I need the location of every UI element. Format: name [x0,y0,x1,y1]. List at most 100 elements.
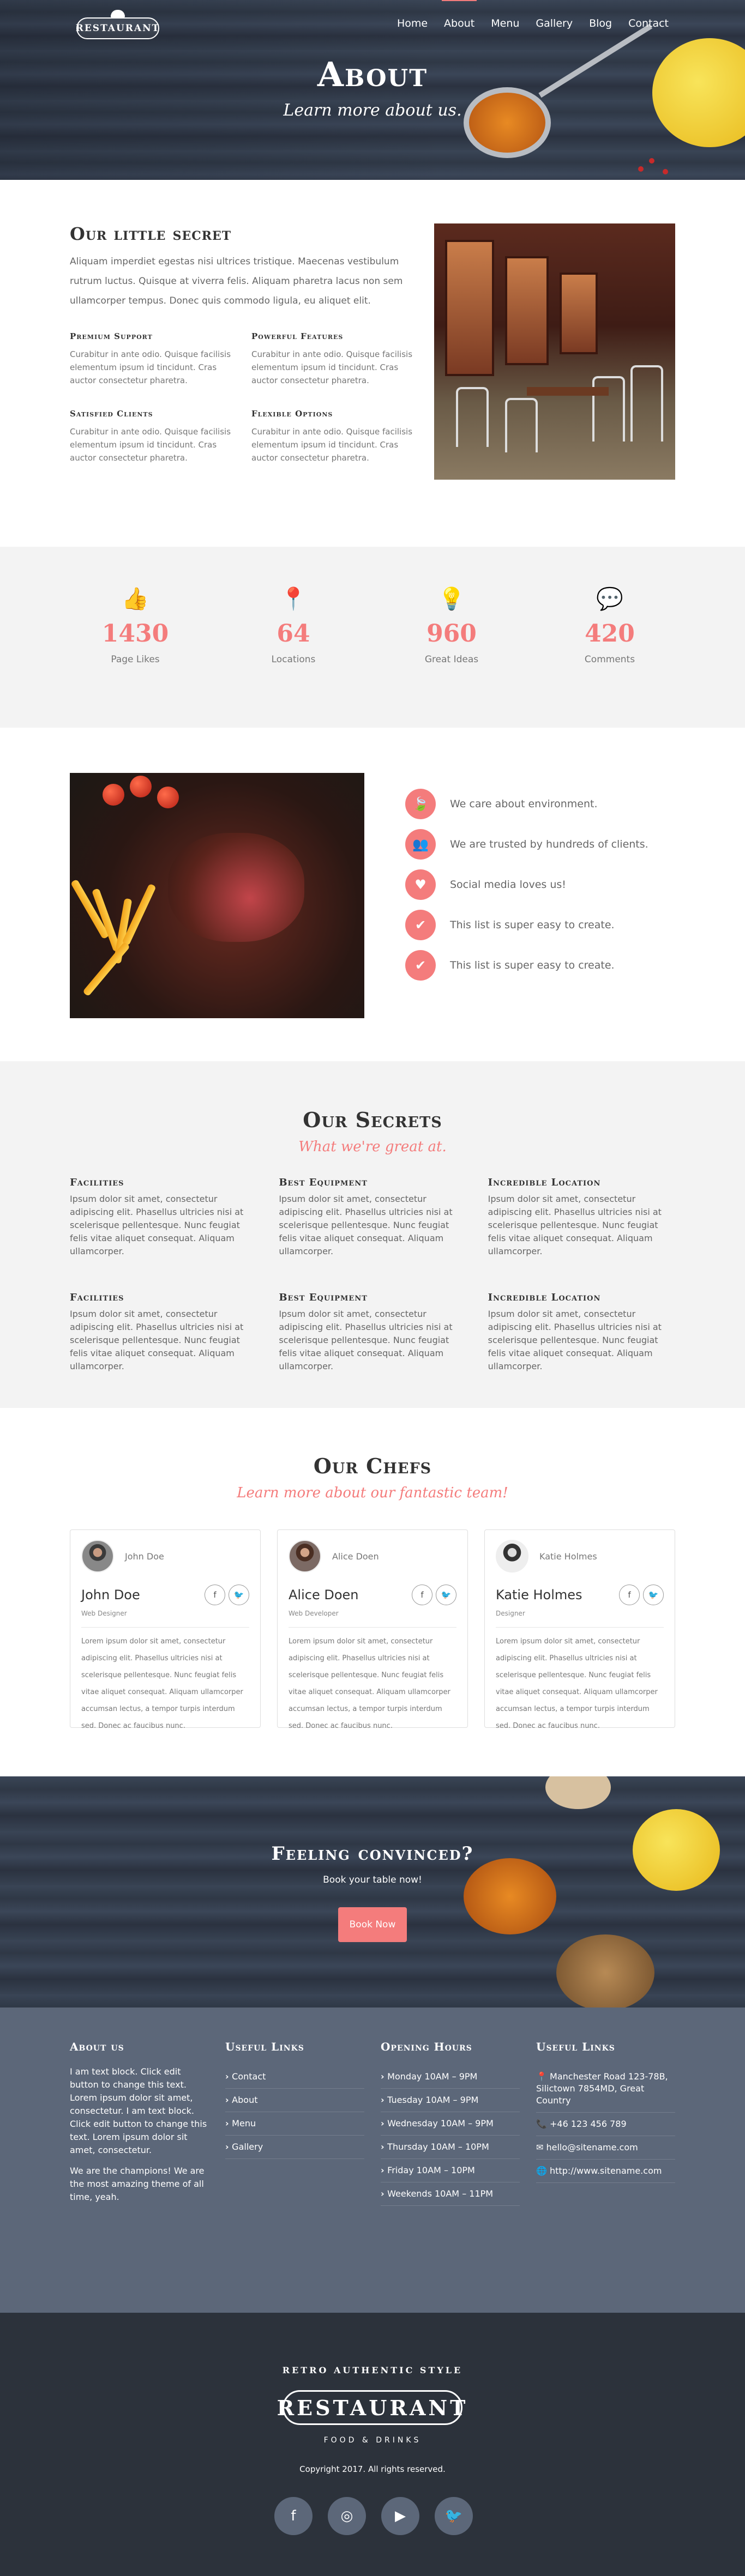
twitter-icon[interactable]: 🐦 [229,1585,249,1605]
spice-decoration [556,1934,654,2007]
window-decoration [445,240,494,376]
cta-section: Feeling convinced? Book your table now! … [0,1776,745,2007]
footer-heading: Opening Hours [381,2040,472,2053]
chefs-section: Our Chefs Learn more about our fantastic… [0,1408,745,1776]
restaurant-interior-image [434,223,675,480]
chef-role: Web Designer [81,1610,127,1617]
chef-bio: Lorem ipsum dolor sit amet, consectetur … [289,1637,450,1730]
facebook-icon[interactable]: f [274,2497,313,2535]
secret-item-text: Ipsum dolor sit amet, consectetur adipis… [279,1194,453,1256]
book-now-button[interactable]: Book Now [338,1907,407,1942]
tomato-decoration [157,787,179,808]
spice-decoration [464,1858,556,1934]
footer-logo[interactable]: RESTAURANT [277,2390,465,2425]
contact-text[interactable]: hello@sitename.com [546,2142,638,2152]
feature-text: Curabitur in ante odio. Quisque facilisi… [70,427,231,463]
instagram-icon[interactable]: ◎ [328,2497,366,2535]
contact-text[interactable]: +46 123 456 789 [550,2119,627,2129]
logo-tagline-top: RETRO AUTHENTIC STYLE [282,2365,463,2375]
menu-home[interactable]: Home [397,17,428,29]
footer-heading: About us [70,2040,124,2053]
thumbs-up-icon: 👍 [122,586,149,612]
menu-blog[interactable]: Blog [589,17,612,29]
feature-title: Premium Support [70,331,153,341]
secret-item-title: Facilities [70,1292,124,1303]
feature-title: Satisfied Clients [70,409,153,419]
copyright: Copyright 2017. All rights reserved. [299,2464,446,2474]
contact-text[interactable]: http://www.sitename.com [550,2166,662,2176]
chef-card: Katie Holmes Katie Holmes f 🐦 Designer Lor… [484,1529,675,1730]
footer-text: We are the champions! We are the most am… [70,2166,205,2202]
stat-label: Great Ideas [424,654,479,665]
navbar: RESTAURANT Home About Menu Gallery Blog … [0,0,745,47]
footer-link-gallery[interactable]: Gallery [225,2136,364,2159]
footer-link-about[interactable]: About [225,2089,364,2112]
menu-menu[interactable]: Menu [491,17,519,29]
twitter-icon[interactable]: 🐦 [435,2497,473,2535]
stat-label: Locations [271,654,316,665]
avatar [81,1540,114,1573]
divider [289,1627,456,1628]
pepper-decoration [663,169,668,174]
hours-item: Monday 10AM – 9PM [381,2065,520,2089]
secret-item-text: Ipsum dolor sit amet, consectetur adipis… [70,1194,244,1256]
menu-gallery[interactable]: Gallery [536,17,573,29]
secret-item: Incredible Location Ipsum dolor sit amet,… [488,1292,675,1373]
chef-role: Web Developer [289,1610,339,1617]
chair-decoration [505,398,538,452]
logo-tagline-bottom: FOOD & DRINKS [323,2436,422,2445]
facebook-icon[interactable]: f [412,1585,432,1605]
users-icon: 👥 [405,829,436,860]
feature-item: Premium Support Curabitur in ante odio. Q… [70,331,232,387]
check-icon: ✔ [405,950,436,981]
secret-item-text: Ipsum dolor sit amet, consectetur adipis… [70,1309,244,1371]
twitter-icon[interactable]: 🐦 [643,1585,664,1605]
secret-item-title: Best Equipment [279,1292,368,1303]
steak-decoration [168,833,304,942]
tomato-decoration [103,784,124,806]
secret-lead: Aliquam imperdiet egestas nisi ultrices … [70,256,403,306]
secret-item: Facilities Ipsum dolor sit amet, consecte… [70,1177,257,1258]
chair-decoration [456,387,489,447]
hours-item: Wednesday 10AM – 9PM [381,2112,520,2136]
stat-label: Page Likes [111,654,160,665]
youtube-icon[interactable]: ▶ [381,2497,419,2535]
facebook-icon[interactable]: f [205,1585,225,1605]
secret-item-title: Incredible Location [488,1292,601,1303]
values-list: 🍃 We care about environment. 👥 We are trus… [405,784,648,985]
check-icon: ✔ [405,910,436,940]
facebook-icon[interactable]: f [619,1585,640,1605]
contact-text: Manchester Road 123-78B, Silictown 7854M… [536,2071,668,2106]
envelope-icon: ✉ [536,2142,544,2152]
menu-about[interactable]: About [442,0,477,29]
hours-item: Thursday 10AM – 10PM [381,2136,520,2159]
stat-item: 💬 420 Comments [544,586,675,728]
avatar [289,1540,321,1573]
stat-value: 960 [426,620,477,648]
pepper-decoration [638,166,644,172]
tomato-decoration [130,776,152,797]
chef-role: Designer [496,1610,525,1617]
hours-item: Friday 10AM – 10PM [381,2159,520,2182]
logo[interactable]: RESTAURANT [76,17,159,39]
hours-item: Tuesday 10AM – 9PM [381,2089,520,2112]
feature-item: Flexible Options Curabitur in ante odio. … [251,409,413,464]
value-text: This list is super easy to create. [450,919,615,931]
feature-text: Curabitur in ante odio. Quisque facilisi… [251,349,413,385]
hero-title-block: About Learn more about us. [0,55,745,120]
secret-title: Our little secret [70,223,232,244]
bottom-bar: RETRO AUTHENTIC STYLE RESTAURANT FOOD & … [0,2313,745,2576]
list-item: ♥ Social media loves us! [405,864,648,905]
footer-link-contact[interactable]: Contact [225,2065,364,2089]
menu-contact[interactable]: Contact [628,17,669,29]
footer-heading: Useful Links [536,2040,615,2053]
logo-icon [111,10,125,17]
footer-links: Useful Links Contact About Menu Gallery [225,2040,364,2211]
footer-contact: Useful Links 📍 Manchester Road 123-78B, … [536,2040,675,2211]
secret-item: Incredible Location Ipsum dolor sit amet,… [488,1177,675,1258]
hero-section: RESTAURANT Home About Menu Gallery Blog … [0,0,745,180]
footer-link-menu[interactable]: Menu [225,2112,364,2136]
twitter-icon[interactable]: 🐦 [436,1585,456,1605]
chef-bio: Lorem ipsum dolor sit amet, consectetur … [81,1637,243,1730]
chef-handle: Alice Doen [332,1551,379,1562]
